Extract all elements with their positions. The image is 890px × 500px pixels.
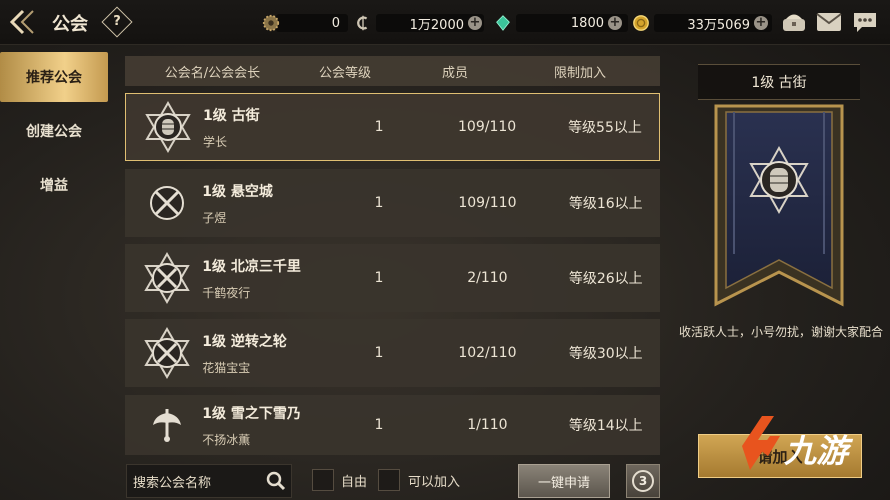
resource-value-3: 1800 [570,15,604,31]
resource-value-1: 0 [331,15,340,31]
guild-leader: 千鹤夜行 [202,285,251,300]
guild-level: 1 [374,417,384,433]
top-bar: 公会 ? 0 1万2000 + 1800 + 33万5069 + [0,0,890,45]
guild-limit: 等级14以上 [568,418,643,434]
search-input[interactable]: 搜索公会名称 [126,464,292,498]
guild-members: 109/110 [458,119,517,135]
apply-all-label: 一键申请 [537,475,590,491]
guild-limit: 等级16以上 [568,196,643,212]
resource-3 [494,13,512,33]
guild-name: 1级 逆转之轮 [202,333,287,350]
guild-limit: 等级26以上 [568,271,643,287]
crossed-swords-emblem-icon [139,252,194,304]
guild-leader: 花猫宝宝 [202,360,251,375]
filter-free-checkbox[interactable] [312,469,334,491]
nav-create-guild[interactable]: 创建公会 [0,106,108,156]
refresh-button[interactable]: 3 [626,464,660,498]
table-row[interactable]: 1级 古街学长 1 109/110 等级55以上 [125,93,660,161]
nav-buff[interactable]: 增益 [0,160,108,210]
table-row[interactable]: 1级 北凉三千里 千鹤夜行 1 2/110 等级26以上 [125,244,660,312]
table-row[interactable]: 1级 悬空城 子煜 1 109/110 等级16以上 [125,169,660,237]
page-title: 公会 [52,14,88,35]
help-button[interactable]: ? [101,6,133,38]
filter-free-label: 自由 [341,475,368,490]
detail-title: 1级 古街 [698,64,860,100]
gold-coin-icon [633,15,649,31]
gear-coin-icon [262,14,280,32]
resource-value-2: 1万2000 [409,17,464,33]
guild-banner [712,104,846,310]
plus-icon: + [468,15,482,30]
jiuyou-watermark-logo: 九游 [740,412,864,476]
apply-all-button[interactable]: 一键申请 [518,464,610,498]
guild-members: 1/110 [467,417,508,433]
guild-level: 1 [374,270,384,286]
table-row[interactable]: 1级 逆转之轮 花猫宝宝 1 102/110 等级30以上 [125,319,660,387]
header-level: 公会等级 [318,65,371,81]
filter-joinable-checkbox[interactable] [378,469,400,491]
guild-level: 1 [374,345,384,361]
guild-name: 1级 北凉三千里 [202,258,301,275]
guild-leader: 子煜 [202,210,227,225]
add-currency-button[interactable]: + [468,13,482,33]
plus-icon: + [608,15,622,30]
header-limit: 限制加入 [553,65,606,81]
crossed-swords-emblem-icon [139,183,194,223]
guild-name: 1级 雪之下雪乃 [202,405,301,422]
guild-name: 1级 悬空城 [202,183,273,200]
nav-label: 增益 [40,178,68,194]
filter-joinable-label: 可以加入 [408,475,461,490]
chat-icon[interactable] [852,11,878,37]
guild-description: 收活跃人士，小号勿扰，谢谢大家配合 [678,325,883,339]
axe-emblem-icon [139,405,194,445]
detail-title-text: 1级 古街 [751,75,807,91]
guild-leader: 学长 [203,134,228,149]
green-gem-icon [496,15,510,31]
nav-recommended-guilds[interactable]: 推荐公会 [0,52,108,102]
add-gold-button[interactable]: + [754,13,768,33]
guild-members: 109/110 [458,195,517,211]
table-row[interactable]: 1级 雪之下雪乃 不扬冰薫 1 1/110 等级14以上 [125,395,660,455]
plus-icon: + [754,15,768,30]
guild-level: 1 [374,195,384,211]
nav-label: 创建公会 [26,124,82,140]
add-gem-button[interactable]: + [608,13,622,33]
hexagram-emblem-icon [140,101,195,153]
table-header: 公会名/公会会长 公会等级 成员 限制加入 [125,56,660,86]
watermark-text: 九游 [784,432,849,470]
nav-label: 推荐公会 [26,70,82,86]
guild-members: 2/110 [467,270,508,286]
guild-limit: 等级55以上 [568,120,642,136]
resource-1 [262,13,280,33]
refresh-count: 3 [632,470,654,492]
crossed-swords-emblem-icon [139,327,194,379]
guild-level: 1 [374,119,384,135]
question-mark-icon: ? [113,14,121,29]
header-members: 成员 [441,65,468,81]
guild-members: 102/110 [458,345,517,361]
mail-icon[interactable] [816,12,842,36]
guild-name: 1级 古街 [203,107,260,124]
search-icon[interactable] [265,470,287,492]
chest-icon[interactable] [780,10,808,38]
resource-2 [354,13,372,33]
resource-value-4: 33万5069 [687,17,750,33]
header-name: 公会名/公会会长 [164,65,261,81]
search-placeholder: 搜索公会名称 [133,475,212,491]
guild-limit: 等级30以上 [568,346,643,362]
back-arrow-icon[interactable] [6,6,46,38]
left-nav: 推荐公会 创建公会 增益 [0,52,108,214]
guild-leader: 不扬冰薫 [202,432,251,447]
currency-c-icon [357,15,368,31]
resource-4 [632,13,650,33]
